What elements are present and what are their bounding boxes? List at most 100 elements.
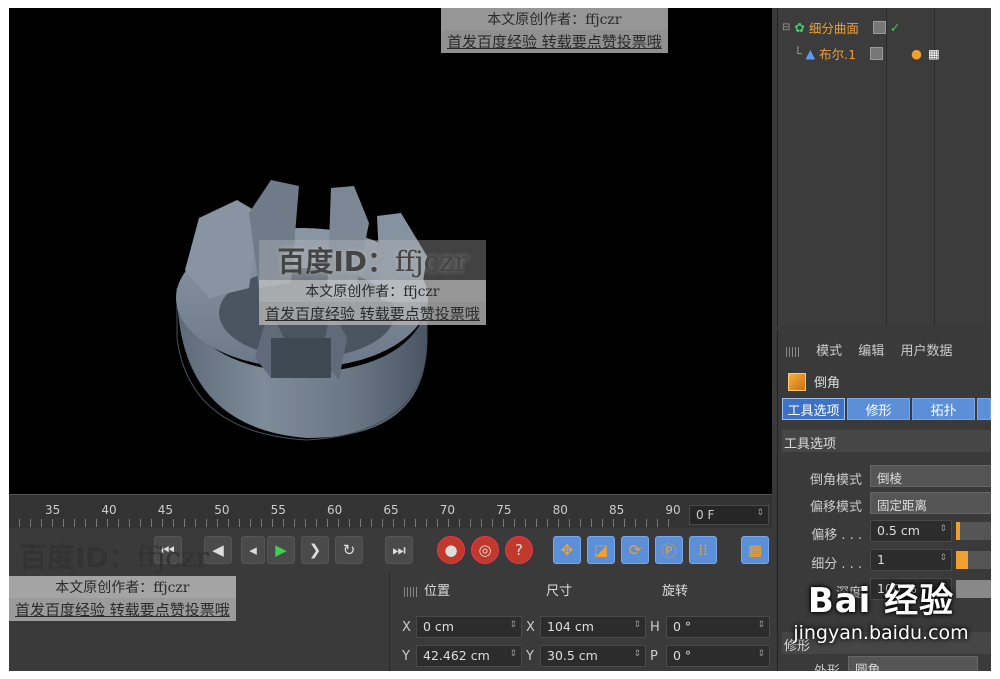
grip-icon[interactable] <box>404 586 418 597</box>
stepper-icon[interactable]: ⇕ <box>757 649 765 659</box>
record-button[interactable]: ● <box>437 536 465 564</box>
size-x-field[interactable]: 104 cm ⇕ <box>540 616 646 638</box>
pos-x-field[interactable]: 0 cm ⇕ <box>416 616 522 638</box>
offset-slider[interactable] <box>956 522 991 540</box>
point-level-button[interactable]: ⁞⁞ <box>689 536 717 564</box>
ruler-number: 85 <box>609 503 625 517</box>
material-tag-icon[interactable]: ● <box>911 46 922 61</box>
size-y-field[interactable]: 30.5 cm ⇕ <box>540 645 646 667</box>
object-row-boole[interactable]: └ ▲ 布尔.1 ● ▦ <box>778 42 940 64</box>
scale-key-button[interactable]: ◪ <box>587 536 615 564</box>
ruler-number: 35 <box>45 503 61 517</box>
enabled-check-icon[interactable]: ✓ <box>890 20 900 35</box>
bevel-mode-select[interactable]: 倒棱 <box>870 465 991 487</box>
bevel-cube-icon <box>788 372 806 391</box>
points-grid-icon: ⁞⁞ <box>698 541 708 559</box>
record-key-icon: ● <box>444 541 458 559</box>
stepper-icon[interactable]: ⇕ <box>757 620 765 630</box>
offset-mode-label: 偏移模式 <box>809 500 862 515</box>
stepper-icon[interactable]: ⇕ <box>939 553 947 563</box>
3d-viewport[interactable]: 百度ID：ffjczr 本文原创作者：ffjczr 首发百度经验 转载要点赞投票… <box>9 8 772 494</box>
stepper-icon[interactable]: ⇕ <box>509 649 517 659</box>
ruler-number: 45 <box>157 503 174 517</box>
boole-icon: ▲ <box>805 45 816 61</box>
rot-h-field[interactable]: 0 ° ⇕ <box>666 616 770 638</box>
coordinates-panel: 位置 尺寸 旋转 X 0 cm ⇕ X 104 cm ⇕ H 0 ° ⇕ Y 42.4… <box>389 572 772 671</box>
keyframe-help-button[interactable]: ? <box>505 536 533 564</box>
current-frame-field[interactable]: 0 F ⇕ <box>689 505 769 525</box>
visibility-toggle[interactable] <box>870 46 884 60</box>
param-p-icon: Ⓟ <box>661 541 677 560</box>
pos-y-label: Y <box>402 649 410 664</box>
checker-tag-icon[interactable]: ▦ <box>928 46 940 61</box>
rot-h-label: H <box>650 620 660 635</box>
section-tool-options[interactable]: 工具选项 <box>782 430 991 452</box>
watermark-viewport: 百度ID：ffjczr 本文原创作者：ffjczr 首发百度经验 转载要点赞投票… <box>259 240 486 325</box>
watermark-top-author: 本文原创作者：ffjczr <box>441 8 668 30</box>
tree-collapse-icon[interactable]: ⊟ <box>782 22 790 33</box>
autokey-button[interactable]: ◎ <box>471 536 499 564</box>
menu-mode[interactable]: 模式 <box>816 344 842 359</box>
move-key-button[interactable]: ✥ <box>553 536 581 564</box>
pos-y-value: 42.462 cm <box>423 648 490 663</box>
ruler-number: 40 <box>101 503 117 517</box>
size-y-label: Y <box>526 649 534 664</box>
stepper-icon[interactable]: ⇕ <box>633 620 641 630</box>
offset-mode-value: 固定距离 <box>877 498 928 513</box>
rot-h-value: 0 ° <box>673 619 692 634</box>
offset-label: 偏移 . . . <box>811 528 862 543</box>
tool-title-label: 倒角 <box>814 376 841 391</box>
tab-topology[interactable]: 拓扑 <box>912 398 976 420</box>
object-row-subdivision[interactable]: ⊟ ✿ 细分曲面 ✓ <box>778 16 900 38</box>
offset-value: 0.5 cm <box>877 523 920 538</box>
baidu-url: jingyan.baidu.com <box>793 622 969 644</box>
rotate-key-button[interactable]: ⟳ <box>621 536 649 564</box>
tree-branch-icon: └ <box>794 45 802 61</box>
rotate-icon: ⟳ <box>628 541 642 559</box>
rot-p-field[interactable]: 0 ° ⇕ <box>666 645 770 667</box>
film-icon: ▦ <box>747 541 763 559</box>
offset-field[interactable]: 0.5 cm ⇕ <box>870 520 952 542</box>
loop-button[interactable]: ↻ <box>335 536 363 564</box>
menu-user-data[interactable]: 用户数据 <box>900 344 952 359</box>
visibility-toggle[interactable] <box>872 20 886 34</box>
stepper-icon[interactable]: ⇕ <box>939 524 947 534</box>
material-panel: 百度ID：ffjczr 本文原创作者：ffjczr 首发百度经验 转载要点赞投票… <box>9 541 389 671</box>
watermark-bl-notice: 首发百度经验 转载要点赞投票哦 <box>9 598 236 621</box>
shape-select[interactable]: 圆角 <box>848 656 978 671</box>
tab-shaping[interactable]: 修形 <box>847 398 911 420</box>
question-icon: ? <box>515 541 523 559</box>
tab-tool-options[interactable]: 工具选项 <box>782 398 846 420</box>
step-forward-button[interactable]: ❯ <box>301 536 329 564</box>
subdivision-slider[interactable] <box>956 551 991 569</box>
grip-icon[interactable] <box>786 346 800 357</box>
pos-y-field[interactable]: 42.462 cm ⇕ <box>416 645 522 667</box>
tab-more[interactable] <box>977 398 991 420</box>
step-back-icon: ◂ <box>249 541 257 559</box>
tab-label: 工具选项 <box>787 403 840 419</box>
subdivision-field[interactable]: 1 ⇕ <box>870 549 952 571</box>
ruler-number: 50 <box>214 503 230 517</box>
watermark-bottom-left: 百度ID：ffjczr 本文原创作者：ffjczr 首发百度经验 转载要点赞投票… <box>9 536 236 621</box>
stepper-icon[interactable]: ⇕ <box>756 508 764 518</box>
menu-edit[interactable]: 编辑 <box>858 344 884 359</box>
timeline-button[interactable]: ▦ <box>741 536 769 564</box>
param-key-button[interactable]: Ⓟ <box>655 536 683 564</box>
object-name: 细分曲面 <box>808 20 859 36</box>
ruler-number: 60 <box>327 503 343 517</box>
slider-fill <box>956 551 968 569</box>
offset-mode-select[interactable]: 固定距离 <box>870 492 991 514</box>
size-y-value: 30.5 cm <box>547 648 598 663</box>
stepper-icon[interactable]: ⇕ <box>633 649 641 659</box>
ruler-number: 65 <box>383 503 399 517</box>
play-button[interactable]: ▶ <box>267 536 295 564</box>
pos-x-label: X <box>402 620 411 635</box>
baidu-logo: Bai 经验 <box>807 581 955 621</box>
go-to-end-button[interactable]: ⏭ <box>385 536 413 564</box>
go-to-end-icon: ⏭ <box>392 541 406 559</box>
ruler-number: 90 <box>665 503 681 517</box>
timeline-ruler[interactable]: 35 40 45 50 55 60 65 70 75 80 85 90 0 F ⇕ <box>9 494 772 528</box>
bevel-mode-label: 倒角模式 <box>809 473 862 488</box>
step-back-button[interactable]: ◂ <box>241 536 265 564</box>
stepper-icon[interactable]: ⇕ <box>509 620 517 630</box>
